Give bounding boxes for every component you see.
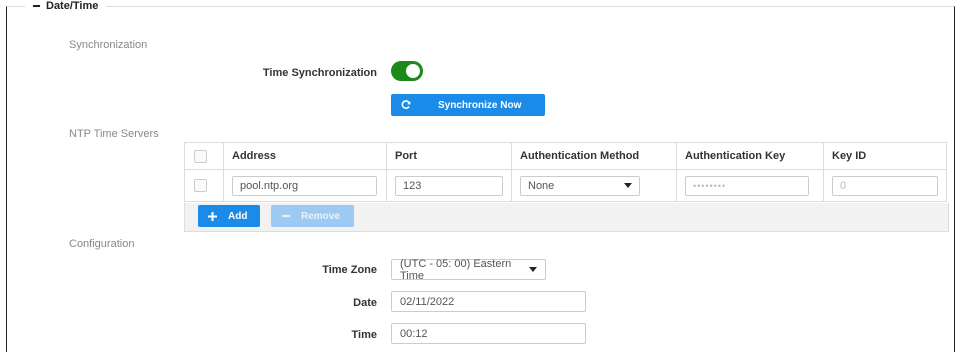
add-button[interactable]: Add [198, 205, 260, 227]
collapse-icon[interactable] [33, 5, 40, 8]
column-header-auth-key: Authentication Key [676, 142, 824, 170]
configuration-section-label: Configuration [69, 238, 135, 250]
auth-method-cell: None [511, 169, 677, 202]
panel-header[interactable]: Date/Time [25, 0, 107, 12]
auth-key-cell: •••••••• [676, 169, 824, 202]
chevron-down-icon [529, 267, 537, 272]
toggle-knob [406, 64, 420, 78]
column-header-address: Address [223, 142, 387, 170]
address-cell: pool.ntp.org [223, 169, 387, 202]
date-input[interactable]: 02/11/2022 [391, 291, 586, 312]
key-id-cell: 0 [823, 169, 947, 202]
add-label: Add [228, 210, 248, 222]
time-sync-toggle[interactable] [391, 61, 423, 81]
row-checkbox[interactable] [194, 179, 207, 192]
ntp-section-label: NTP Time Servers [69, 128, 159, 140]
table-footer: Add Remove [184, 203, 949, 232]
remove-button[interactable]: Remove [271, 205, 354, 227]
auth-method-value: None [528, 179, 555, 192]
time-sync-label: Time Synchronization [262, 67, 377, 79]
table-row: pool.ntp.org 123 None •••••••• 0 [184, 169, 947, 202]
date-label: Date [353, 297, 377, 309]
synchronize-now-label: Synchronize Now [438, 99, 522, 111]
address-input[interactable]: pool.ntp.org [232, 175, 377, 196]
auth-key-input[interactable]: •••••••• [685, 175, 809, 196]
time-zone-value: (UTC - 05: 00) Eastern Time [400, 257, 512, 282]
port-cell: 123 [386, 169, 512, 202]
sync-icon [401, 100, 411, 110]
table-header-row: Address Port Authentication Method Authe… [184, 142, 947, 170]
select-all-checkbox[interactable] [194, 149, 207, 163]
column-header-key-id: Key ID [823, 142, 947, 170]
minus-icon [282, 215, 290, 217]
auth-method-select[interactable]: None [520, 175, 640, 196]
remove-label: Remove [301, 210, 340, 222]
synchronize-now-button[interactable]: Synchronize Now [391, 94, 545, 116]
column-header-auth-method: Authentication Method [511, 142, 677, 170]
column-header-port: Port [386, 142, 512, 170]
time-zone-select[interactable]: (UTC - 05: 00) Eastern Time [391, 257, 546, 282]
time-label: Time [351, 329, 377, 341]
ntp-servers-table: Address Port Authentication Method Authe… [184, 142, 947, 202]
select-all-cell [184, 142, 224, 170]
chevron-down-icon [624, 183, 632, 188]
row-select-cell [184, 169, 224, 202]
time-zone-label: Time Zone [322, 264, 377, 276]
plus-icon [208, 211, 217, 221]
time-input[interactable]: 00:12 [391, 323, 586, 344]
panel-title: Date/Time [46, 0, 99, 12]
key-id-input[interactable]: 0 [832, 175, 938, 196]
port-input[interactable]: 123 [395, 175, 503, 196]
synchronization-section-label: Synchronization [69, 39, 148, 51]
